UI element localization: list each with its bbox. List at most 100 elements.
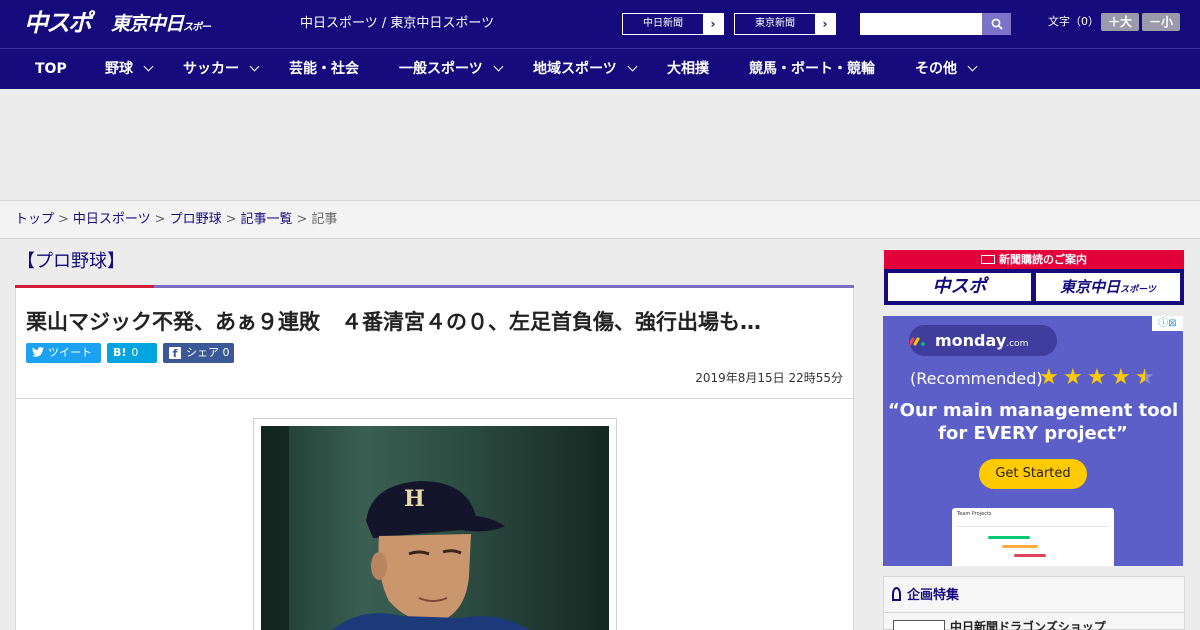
monday-ad[interactable]: monday.com (Recommended) ★ ★ ★ ★ ★★ “Our… [883,316,1183,566]
ad-quote: “Our main management tool for EVERY proj… [887,400,1179,444]
breadcrumb-pro-baseball[interactable]: プロ野球 [170,212,222,227]
hatena-count: 0 [131,346,139,359]
chunichi-shimbun-link[interactable]: 中日新聞 › [622,13,724,35]
monday-mark-icon [910,337,925,346]
nav-item-soccer[interactable]: サッカー [183,49,260,89]
article-category: 【プロ野球】 [17,251,125,272]
ad-product-preview: Team Projects [952,508,1114,566]
preview-bar [988,536,1030,539]
font-larger-button[interactable]: ＋大 [1101,13,1139,31]
article-photo[interactable]: H [261,426,609,630]
feature-thumbnail[interactable] [893,620,945,630]
chunichi-shimbun-label: 中日新聞 [643,18,683,29]
twitter-icon [32,347,44,357]
font-smaller-button[interactable]: －小 [1142,13,1180,31]
breadcrumb-chunichi-sports[interactable]: 中日スポーツ [73,212,151,227]
preview-bar [1014,554,1046,557]
feature-title: 企画特集 [892,585,959,607]
nav-item-baseball[interactable]: 野球 [105,49,154,89]
feature-section: 企画特集 中日新聞ドラゴンズショップ [883,576,1185,630]
nav-label: 地域スポーツ [533,61,617,77]
subscribe-tokyo-sub: スポーツ [1120,285,1156,295]
subscription-bar: 新聞購読のご案内 [884,250,1184,269]
monday-logo: monday.com [909,325,1057,356]
monday-brand: monday [935,331,1007,350]
nav-item-top[interactable]: TOP [35,49,67,89]
get-started-button[interactable]: Get Started [979,459,1087,489]
newspaper-icon [981,255,995,264]
ad-recommended: (Recommended) [910,369,1043,388]
facebook-share-label: シェア [186,346,219,359]
nav-label: 一般スポーツ [399,61,483,77]
feature-item-dragons-shop[interactable]: 中日新聞ドラゴンズショップ [950,619,1106,630]
breadcrumb-top[interactable]: トップ [15,212,54,227]
star-icon: ★ [1039,365,1059,390]
search-icon [991,18,1003,30]
nav-label: TOP [35,61,67,77]
monday-brand-suffix: .com [1006,339,1029,349]
nav-item-sumo[interactable]: 大相撲 [667,49,709,89]
site-title[interactable]: 中日スポーツ / 東京中日スポーツ [300,16,494,32]
nav-label: 大相撲 [667,61,709,77]
breadcrumb-separator: > [58,212,69,227]
nav-item-racing[interactable]: 競馬・ボート・競輪 [749,49,875,89]
nav-label: 野球 [105,61,133,77]
feature-divider [884,612,1184,613]
chevron-right-icon: › [815,14,835,34]
chevron-down-icon [967,61,978,72]
nav-item-local-sports[interactable]: 地域スポーツ [533,49,638,89]
hatena-bookmark-button[interactable]: B! 0 [107,343,157,363]
manager-photo-illustration: H [261,426,609,630]
adchoices-icon[interactable]: ⓘ⊠ [1152,316,1183,331]
subscribe-tokyo-main: 東京中日 [1060,278,1121,296]
subscribe-tokyo-chunichi-button[interactable]: 東京中日スポーツ [1036,273,1180,301]
nav-label: 競馬・ボート・競輪 [749,61,875,77]
nav-label: その他 [915,61,957,77]
chevron-down-icon [627,61,638,72]
tokyo-shimbun-label: 東京新聞 [755,18,795,29]
chevron-down-icon [143,61,154,72]
tokyo-shimbun-link[interactable]: 東京新聞 › [734,13,836,35]
chevron-down-icon [493,61,504,72]
breadcrumb-article-list[interactable]: 記事一覧 [241,212,293,227]
svg-text:H: H [404,486,425,512]
tweet-button[interactable]: ツイート [26,343,101,363]
facebook-icon: f [169,347,181,360]
star-icon: ★ [1063,365,1083,390]
article-date: 2019年8月15日 22時55分 [695,371,843,385]
search-button[interactable] [982,13,1011,35]
main-nav: TOP 野球 サッカー 芸能・社会 一般スポーツ 地域スポーツ 大相撲 競馬・ボ… [0,48,1200,89]
breadcrumb-current: 記事 [311,212,338,227]
preview-bar [1002,545,1038,548]
chuspo-logo[interactable]: 中スポ [24,8,100,38]
ribbon-icon [892,587,901,601]
breadcrumb-separator: > [296,212,308,227]
nav-item-general-sports[interactable]: 一般スポーツ [399,49,504,89]
breadcrumb-separator: > [225,212,237,227]
facebook-count: 0 [222,346,230,359]
star-icon: ★ [1087,365,1107,390]
top-ad-slot [0,89,1200,200]
subscribe-chuspo-button[interactable]: 中スポ [888,273,1031,301]
subscription-banner[interactable]: 新聞購読のご案内 中スポ 東京中日スポーツ [884,250,1184,305]
tokyo-chunichi-logo[interactable]: 東京中日スポーツ [111,11,211,63]
nav-item-other[interactable]: その他 [915,49,978,89]
main-content: 【プロ野球】 栗山マジック不発、あぁ９連敗 ４番清宮４の０、左足首負傷、強行出場… [0,240,870,630]
site-header: 中スポ 東京中日スポーツ 中日スポーツ / 東京中日スポーツ 中日新聞 › 東京… [0,0,1200,63]
nav-label: 芸能・社会 [289,61,359,77]
subscription-bar-label: 新聞購読のご案内 [999,253,1087,266]
ad-card-title: Team Projects [957,511,992,517]
preview-line [957,526,1109,527]
star-icon: ★ [1111,365,1131,390]
search-input[interactable] [860,13,982,35]
font-size-label: 文字（0） [1048,15,1099,28]
article-divider [16,398,853,399]
hatena-icon: B! [113,346,127,359]
nav-item-entertainment[interactable]: 芸能・社会 [289,49,359,89]
feature-title-label: 企画特集 [907,588,960,603]
facebook-share-button[interactable]: f シェア 0 [163,343,234,363]
article-card: 栗山マジック不発、あぁ９連敗 ４番清宮４の０、左足首負傷、強行出場も… ツイート… [15,288,854,630]
star-half-icon: ★★ [1135,365,1155,390]
article-headline: 栗山マジック不発、あぁ９連敗 ４番清宮４の０、左足首負傷、強行出場も… [26,310,761,334]
chevron-down-icon [249,61,260,72]
